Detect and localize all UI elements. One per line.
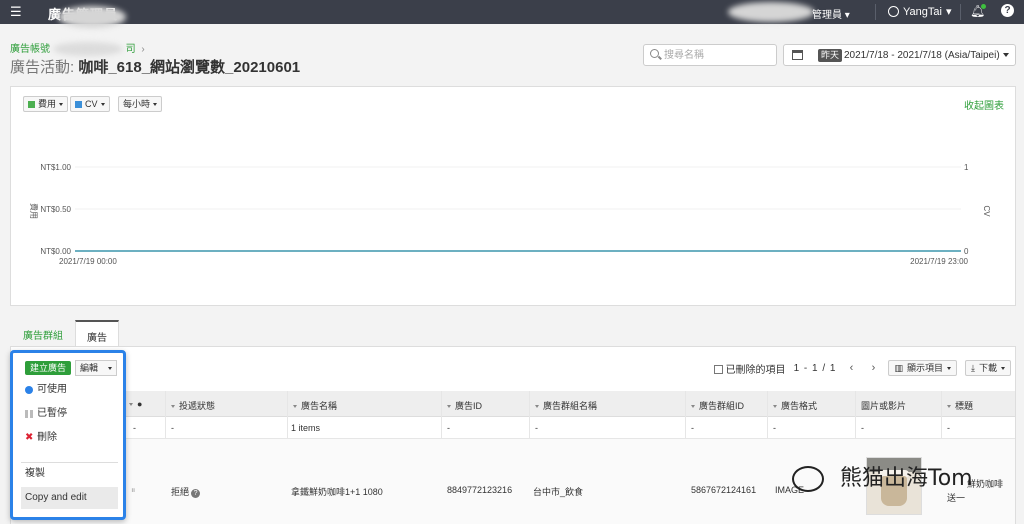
date-preset-badge: 昨天: [818, 49, 843, 62]
ad-name[interactable]: 拿鐵鮮奶咖啡1+1 1080: [291, 485, 383, 498]
date-range-picker[interactable]: 昨天 2021/7/18 - 2021/7/18 (Asia/Taipei): [783, 44, 1016, 66]
show-deleted-toggle[interactable]: 已刪除的項目: [713, 361, 786, 376]
y-right-tick-label: 1: [964, 163, 969, 172]
ads-table-panel: 已刪除的項目 1 - 1 / 1 ‹ › ▥ 顯示項目 ⤓ 下載 ● 投遞狀態 廣告…: [10, 346, 1016, 524]
column-header[interactable]: 廣告群組名稱: [535, 399, 597, 412]
sort-icon: [171, 405, 175, 409]
menu-item-delete[interactable]: ✖ 刪除: [21, 427, 118, 449]
sort-icon: [773, 405, 777, 409]
redacted-blur: [52, 42, 123, 57]
column-header[interactable]: 廣告格式: [773, 399, 817, 412]
chevron-right-icon[interactable]: ›: [866, 362, 880, 374]
table-header: ● 投遞狀態 廣告名稱 廣告ID 廣告群組名稱 廣告群組ID 廣告格式 圖片或影…: [11, 391, 1015, 417]
wechat-logo-icon: [792, 466, 824, 492]
help-icon[interactable]: ?: [191, 489, 201, 498]
menu-item-enable[interactable]: 可使用: [21, 379, 118, 401]
sort-icon: [947, 405, 951, 409]
y-right-axis-label: CV: [982, 205, 991, 217]
search-box: [643, 44, 777, 66]
x-tick-label: 2021/7/19 23:00: [910, 257, 968, 266]
sort-column-status-dot[interactable]: ●: [129, 399, 142, 409]
ad-group-link[interactable]: 台中市_飲食: [533, 485, 583, 498]
menu-item-pause[interactable]: 已暫停: [21, 403, 118, 425]
download-button[interactable]: ⤓ 下載: [965, 360, 1011, 376]
breadcrumb-link[interactable]: 廣告帳號: [10, 44, 50, 55]
paused-icon: ⏸: [131, 485, 136, 495]
create-ad-button[interactable]: 建立廣告: [25, 361, 72, 375]
y-left-axis-label: 費用: [29, 203, 39, 219]
search-icon: [650, 49, 659, 58]
tab-ads[interactable]: 廣告: [75, 320, 119, 348]
y-left-tick-label: NT$1.00: [40, 163, 71, 172]
user-menu[interactable]: YangTai ▾: [888, 5, 951, 18]
column-header[interactable]: 廣告名稱: [293, 399, 337, 412]
download-icon: ⤓: [971, 363, 975, 373]
tab-ad-groups[interactable]: 廣告群組: [12, 320, 74, 346]
y-right-tick-label: 0: [964, 247, 969, 256]
column-header[interactable]: 廣告群組ID: [691, 399, 744, 412]
sort-icon: [447, 405, 451, 409]
menu-item-copy-and-edit[interactable]: Copy and edit: [21, 487, 118, 509]
divider: [875, 4, 876, 20]
user-icon: [888, 6, 899, 17]
chevron-down-icon: [1003, 53, 1009, 57]
chevron-down-icon: [947, 366, 951, 370]
watermark-text: 熊猫出海Tom: [840, 466, 973, 491]
menu-item-duplicate[interactable]: 複製: [21, 463, 118, 485]
ad-group-id: 5867672124161: [691, 485, 757, 495]
notification-dot: [981, 4, 986, 9]
chevron-right-icon: ›: [141, 44, 145, 55]
calendar-icon: [792, 50, 803, 60]
column-header[interactable]: 投遞狀態: [171, 399, 215, 412]
sort-icon: [691, 405, 695, 409]
edit-dropdown-button[interactable]: 編輯: [75, 360, 117, 376]
column-header[interactable]: 廣告ID: [447, 399, 482, 412]
breadcrumb-company[interactable]: 司: [126, 44, 136, 55]
search-input[interactable]: [664, 48, 772, 62]
sort-icon: [535, 405, 539, 409]
edit-dropdown-highlight: 建立廣告 編輯 可使用 已暫停 ✖ 刪除 複製 Copy and edit: [10, 350, 126, 520]
top-bar: ☰ 廣告管理員 管理員 ▾ YangTai ▾ 🔔︎ ?: [0, 0, 1024, 28]
y-left-tick-label: NT$0.00: [40, 247, 71, 256]
delete-x-icon: ✖: [25, 432, 34, 443]
chevron-down-icon: [108, 367, 112, 370]
x-tick-label: 2021/7/19 00:00: [59, 257, 117, 266]
divider: [960, 4, 961, 20]
columns-button[interactable]: ▥ 顯示項目: [888, 360, 957, 376]
table-toolbar: 已刪除的項目 1 - 1 / 1 ‹ › ▥ 顯示項目 ⤓ 下載: [713, 360, 1011, 376]
summary-row: - - 1 items - - - - - -: [11, 417, 1015, 439]
account-switcher[interactable]: 管理員 ▾: [812, 6, 850, 21]
redacted-blur: [728, 2, 814, 22]
active-dot-icon: [25, 386, 33, 394]
checkbox[interactable]: [713, 365, 723, 375]
delivery-status: 拒絕?: [171, 485, 201, 498]
pager-text: 1 - 1 / 1: [793, 362, 837, 374]
column-header[interactable]: 標題: [947, 399, 973, 412]
page-title: 廣告活動: 咖啡_618_網站瀏覽數_20210601: [10, 59, 301, 76]
ad-id: 8849772123216: [447, 485, 513, 495]
redacted-blur: [58, 6, 126, 28]
chevron-down-icon: [1001, 366, 1005, 370]
y-left-tick-label: NT$0.50: [40, 205, 71, 214]
sort-icon: [129, 403, 133, 407]
column-header[interactable]: 圖片或影片: [861, 399, 906, 412]
columns-icon: ▥: [894, 363, 903, 373]
help-icon[interactable]: ?: [1001, 4, 1014, 17]
chart-svg: NT$1.00 NT$0.50 NT$0.00 1 0 2021/7/19 00:00 20…: [29, 163, 991, 266]
breadcrumb: 廣告帳號 司 ›: [10, 40, 145, 57]
date-range-text: 2021/7/18 - 2021/7/18 (Asia/Taipei): [844, 50, 1000, 61]
ad-title-line2: 送一: [947, 493, 966, 503]
sort-icon: [293, 405, 297, 409]
hamburger-menu-icon[interactable]: ☰: [10, 5, 22, 19]
chart-panel: 費用 CV 每小時 收起圖表 NT$1.00 NT$0.50 NT$0.00 1 0 20…: [10, 86, 1016, 306]
chevron-left-icon[interactable]: ‹: [844, 362, 858, 374]
pause-icon: [25, 410, 33, 418]
